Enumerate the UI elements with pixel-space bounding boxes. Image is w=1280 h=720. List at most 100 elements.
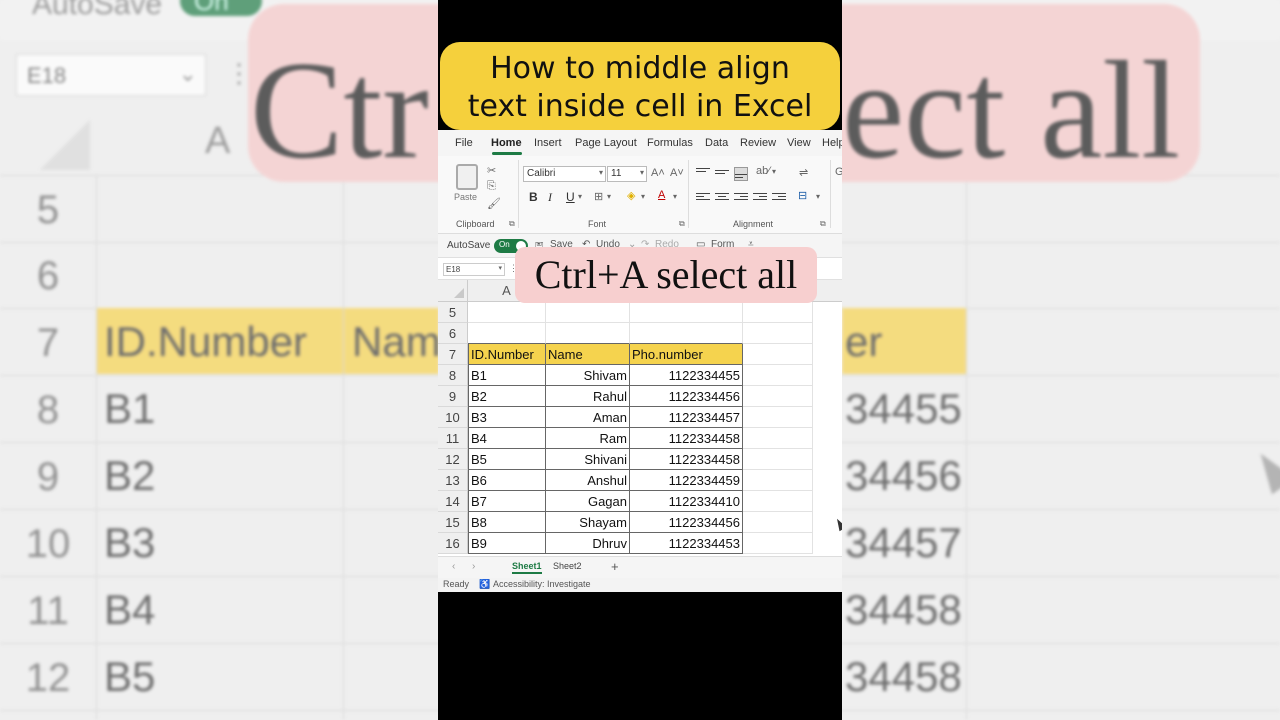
header-cell-phone[interactable]: Pho.number [630,344,743,365]
cell[interactable] [743,302,813,323]
row-number[interactable]: 14 [438,491,468,512]
align-left-icon[interactable] [696,191,710,203]
cell-phone[interactable]: 1122334456 [630,512,743,533]
cut-icon[interactable]: ✂ [487,164,496,177]
row-number[interactable]: 15 [438,512,468,533]
tab-data[interactable]: Data [705,137,728,149]
font-size-select[interactable]: 11 ▾ [607,166,647,182]
row-number[interactable]: 12 [438,449,468,470]
sheet-tab-sheet1[interactable]: Sheet1 [512,561,542,574]
cell-id[interactable]: B4 [468,428,546,449]
cell[interactable] [743,365,813,386]
cell[interactable] [468,323,546,344]
cell[interactable] [743,470,813,491]
cell-name[interactable]: Gagan [546,491,630,512]
column-header[interactable] [813,280,842,302]
tab-home[interactable]: Home [491,137,522,149]
row-number[interactable]: 13 [438,470,468,491]
cell-id[interactable]: B6 [468,470,546,491]
cell-id[interactable]: B5 [468,449,546,470]
cell-phone[interactable]: 1122334410 [630,491,743,512]
cell-phone[interactable]: 1122334455 [630,365,743,386]
cell-name[interactable]: Ram [546,428,630,449]
cell[interactable] [630,323,743,344]
chevron-down-icon[interactable]: ▾ [607,192,611,201]
accessibility-icon[interactable]: ♿ [479,579,490,590]
header-cell-id-number[interactable]: ID.Number [468,344,546,365]
row-number[interactable]: 11 [438,428,468,449]
cell-name[interactable]: Aman [546,407,630,428]
chevron-down-icon[interactable]: ▾ [673,192,677,201]
cell[interactable] [743,344,813,365]
clipboard-launcher-icon[interactable]: ⧉ [509,219,515,229]
cell[interactable] [743,533,813,554]
row-number[interactable]: 5 [438,302,468,323]
cell-phone[interactable]: 1122334459 [630,470,743,491]
align-center-icon[interactable] [715,191,729,203]
borders-icon[interactable]: ⊞ [594,190,603,203]
increase-font-icon[interactable]: A˄ [651,167,665,179]
cell-phone[interactable]: 1122334456 [630,386,743,407]
cell-phone[interactable]: 1122334458 [630,449,743,470]
cell-id[interactable]: B8 [468,512,546,533]
cell[interactable] [743,449,813,470]
cell[interactable] [743,491,813,512]
cell[interactable] [743,407,813,428]
alignment-launcher-icon[interactable]: ⧉ [820,219,826,229]
row-number[interactable]: 16 [438,533,468,554]
sheet-next-icon[interactable]: › [472,561,475,572]
cell-name[interactable]: Dhruv [546,533,630,554]
chevron-down-icon[interactable]: ▾ [816,192,820,201]
cell-id[interactable]: B1 [468,365,546,386]
tab-formulas[interactable]: Formulas [647,137,693,149]
format-painter-icon[interactable]: 🖌 [487,197,501,210]
cell[interactable] [468,302,546,323]
bold-button[interactable]: B [529,190,538,204]
wrap-text-icon[interactable]: ⇌ [799,166,808,179]
font-color-icon[interactable]: A [658,189,665,201]
cell-phone[interactable]: 1122334457 [630,407,743,428]
sheet-tab-sheet2[interactable]: Sheet2 [553,561,582,571]
tab-review[interactable]: Review [740,137,776,149]
font-name-select[interactable]: Calibri ▾ [523,166,606,182]
cell-id[interactable]: B9 [468,533,546,554]
cell-phone[interactable]: 1122334458 [630,428,743,449]
decrease-indent-icon[interactable] [753,191,767,203]
paste-icon[interactable] [456,164,478,190]
row-number[interactable]: 10 [438,407,468,428]
row-number[interactable]: 8 [438,365,468,386]
chevron-down-icon[interactable]: ▾ [578,192,582,201]
tab-page-layout[interactable]: Page Layout [575,137,637,149]
cell-name[interactable]: Shivani [546,449,630,470]
cell[interactable] [743,323,813,344]
font-launcher-icon[interactable]: ⧉ [679,219,685,229]
paste-button[interactable]: Paste [454,192,477,202]
cell[interactable] [546,302,630,323]
decrease-font-icon[interactable]: A˅ [670,167,684,179]
add-sheet-icon[interactable]: + [611,559,619,574]
tab-help[interactable]: Help [822,137,842,149]
cell-name[interactable]: Shayam [546,512,630,533]
top-align-icon[interactable] [696,166,710,178]
tab-file[interactable]: File [455,137,473,149]
orientation-icon[interactable]: ab⁄ [756,165,770,177]
cell-id[interactable]: B2 [468,386,546,407]
cell[interactable] [743,428,813,449]
italic-button[interactable]: I [548,190,552,205]
copy-icon[interactable]: ⎘ [487,180,496,193]
row-number[interactable]: 6 [438,323,468,344]
align-right-icon[interactable] [734,191,748,203]
cell[interactable] [546,323,630,344]
cell[interactable] [743,512,813,533]
cell-id[interactable]: B7 [468,491,546,512]
bottom-align-icon[interactable] [734,167,748,181]
select-all-button[interactable] [438,280,468,302]
chevron-down-icon[interactable]: ▾ [772,167,776,176]
header-cell-name[interactable]: Name [546,344,630,365]
cell-id[interactable]: B3 [468,407,546,428]
increase-indent-icon[interactable] [772,191,786,203]
worksheet-grid[interactable]: A 5 6 7 ID.Number Name Pho.number 8 B1 S… [438,280,842,556]
row-number[interactable]: 9 [438,386,468,407]
chevron-down-icon[interactable]: ▾ [641,192,645,201]
tab-view[interactable]: View [787,137,811,149]
